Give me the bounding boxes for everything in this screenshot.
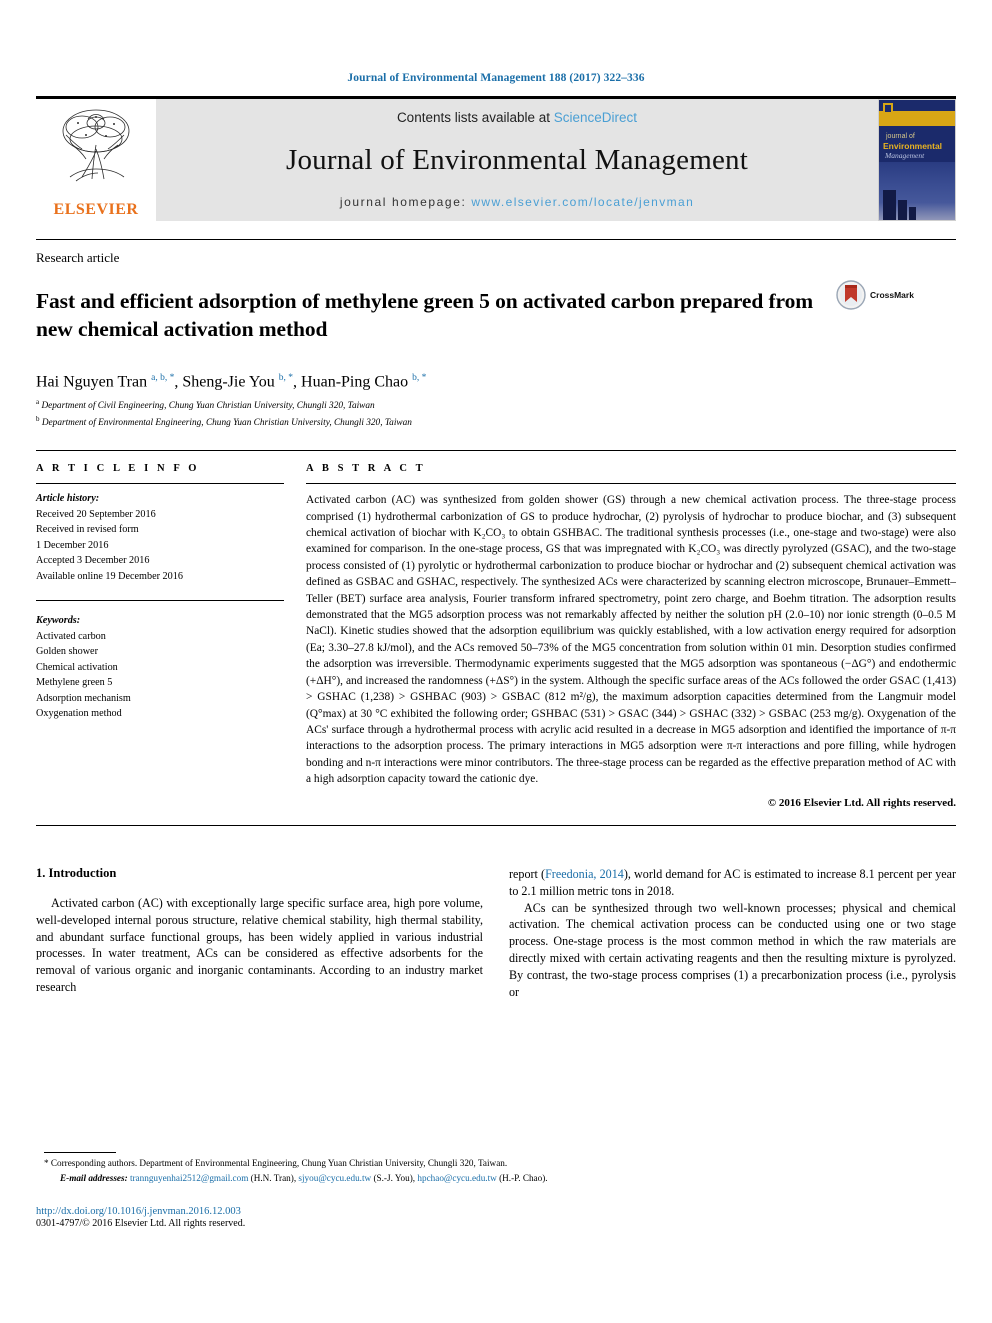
- article-info-heading: A R T I C L E I N F O: [36, 463, 200, 475]
- page-title: Fast and efficient adsorption of methyle…: [36, 289, 814, 342]
- affiliation-marker-a: a: [36, 397, 40, 406]
- journal-homepage-link[interactable]: www.elsevier.com/locate/jenvman: [471, 195, 694, 209]
- intro-paragraph-right-1: report (Freedonia, 2014), world demand f…: [509, 866, 956, 900]
- divider: [36, 483, 284, 485]
- author-list: Hai Nguyen Tran a, b, *, Sheng-Jie You b…: [36, 372, 427, 390]
- affiliation-text-b: Department of Environmental Engineering,…: [41, 417, 412, 428]
- keywords-label: Keywords:: [36, 615, 81, 627]
- homepage-prefix: journal homepage:: [339, 195, 472, 209]
- footnote-divider: [44, 1152, 116, 1153]
- email-label: E-mail addresses:: [60, 1172, 128, 1183]
- keywords-block: Keywords: Activated carbon Golden shower…: [36, 613, 284, 722]
- email-link-2[interactable]: sjyou@cycu.edu.tw: [298, 1173, 371, 1183]
- intro-paragraph-left: Activated carbon (AC) with exceptionally…: [36, 895, 483, 995]
- affiliation-b: b Department of Environmental Engineerin…: [36, 414, 956, 431]
- section-heading-introduction: 1. Introduction: [36, 865, 117, 880]
- affiliations: a Department of Civil Engineering, Chung…: [36, 397, 956, 430]
- body-columns: 1. Introduction Activated carbon (AC) wi…: [36, 866, 956, 1001]
- abstract-copyright: © 2016 Elsevier Ltd. All rights reserved…: [767, 796, 956, 809]
- corresponding-author-text: Corresponding authors. Department of Env…: [50, 1158, 508, 1168]
- article-page: Journal of Environmental Management 188 …: [36, 0, 956, 1323]
- report-prefix: report (: [509, 866, 546, 881]
- running-head: Journal of Environmental Management 188 …: [347, 72, 645, 84]
- email-addresses-note: E-mail addresses: trannguyenhai2512@gmai…: [60, 1172, 548, 1183]
- sciencedirect-link[interactable]: ScienceDirect: [554, 110, 637, 125]
- email-link-1[interactable]: trannguyenhai2512@gmail.com: [130, 1173, 248, 1183]
- crossmark-badge[interactable]: CrossMark: [836, 274, 956, 310]
- history-item: 1 December 2016: [36, 539, 109, 551]
- history-item: Received in revised form: [36, 524, 139, 536]
- author-affil-marker: a, b, *: [151, 372, 175, 383]
- citation-link-freedonia[interactable]: Freedonia, 2014: [545, 867, 624, 881]
- email-owner-2: (S.-J. You): [373, 1172, 413, 1183]
- email-owner-3: (H.-P. Chao): [499, 1172, 546, 1183]
- contents-prefix: Contents lists available at: [396, 110, 554, 125]
- issn-copyright: 0301-4797/© 2016 Elsevier Ltd. All right…: [36, 1217, 246, 1229]
- crossmark-icon: [836, 280, 866, 310]
- history-item: Accepted 3 December 2016: [36, 555, 150, 567]
- journal-homepage-line: journal homepage: www.elsevier.com/locat…: [340, 195, 694, 209]
- corresponding-author-note: * Corresponding authors. Department of E…: [36, 1157, 956, 1171]
- abstract-heading: A B S T R A C T: [306, 463, 426, 475]
- author-affil-marker: b, *: [412, 372, 427, 383]
- history-item: Received 20 September 2016: [36, 508, 156, 520]
- email-link-3[interactable]: hpchao@cycu.edu.tw: [417, 1173, 496, 1183]
- asterisk-icon: *: [44, 1158, 49, 1168]
- abstract-text: Activated carbon (AC) was synthesized fr…: [306, 494, 956, 786]
- cover-line2: Environmental: [883, 141, 943, 151]
- cover-building-2: [898, 200, 907, 220]
- intro-paragraph-right-2: ACs can be synthesized through two well-…: [509, 900, 956, 1000]
- abstract-column: A B S T R A C T Activated carbon (AC) wa…: [306, 463, 956, 809]
- doi-link[interactable]: http://dx.doi.org/10.1016/j.jenvman.2016…: [36, 1206, 956, 1217]
- article-history-label: Article history:: [36, 493, 100, 505]
- keyword-item: Chemical activation: [36, 661, 118, 673]
- article-history-block: Article history: Received 20 September 2…: [36, 491, 284, 584]
- keyword-item: Activated carbon: [36, 630, 106, 642]
- keyword-item: Methylene green 5: [36, 677, 113, 689]
- keyword-item: Adsorption mechanism: [36, 692, 131, 704]
- affiliation-a: a Department of Civil Engineering, Chung…: [36, 397, 956, 414]
- section-divider: [36, 824, 956, 826]
- body-column-right: report (Freedonia, 2014), world demand f…: [509, 866, 956, 1001]
- history-item: Available online 19 December 2016: [36, 570, 183, 582]
- cover-line3: Management: [885, 151, 925, 160]
- journal-cover-thumbnail: journal of Environmental Management: [878, 99, 956, 221]
- body-column-left: 1. Introduction Activated carbon (AC) wi…: [36, 866, 483, 1001]
- cover-line1: journal of: [886, 133, 915, 140]
- keyword-item: Oxygenation method: [36, 708, 122, 720]
- title-row: Fast and efficient adsorption of methyle…: [36, 274, 956, 359]
- affiliation-text-a: Department of Civil Engineering, Chung Y…: [41, 401, 375, 412]
- info-abstract-section: A R T I C L E I N F O Article history: R…: [36, 450, 956, 809]
- divider: [36, 600, 284, 602]
- masthead-center: Contents lists available at ScienceDirec…: [156, 99, 878, 221]
- author-affil-marker: b, *: [278, 372, 294, 383]
- elsevier-wordmark: ELSEVIER: [53, 201, 139, 218]
- cover-building-3: [909, 207, 916, 220]
- article-type: Research article: [36, 239, 956, 266]
- email-owner-1: (H.N. Tran): [250, 1172, 294, 1183]
- keyword-item: Golden shower: [36, 646, 98, 658]
- cover-emblem-icon: [883, 103, 893, 114]
- journal-title: Journal of Environmental Management: [285, 143, 748, 176]
- journal-masthead: ELSEVIER Contents lists available at Sci…: [36, 96, 956, 221]
- crossmark-label: CrossMark: [870, 290, 914, 300]
- article-info-column: A R T I C L E I N F O Article history: R…: [36, 463, 284, 809]
- divider: [306, 483, 956, 485]
- footnotes-section: * Corresponding authors. Department of E…: [36, 1152, 956, 1229]
- elsevier-tree-icon: [62, 109, 130, 182]
- cover-building-1: [883, 190, 896, 220]
- affiliation-marker-b: b: [36, 414, 40, 423]
- contents-available-line: Contents lists available at ScienceDirec…: [397, 110, 637, 125]
- elsevier-logo: ELSEVIER: [36, 99, 156, 221]
